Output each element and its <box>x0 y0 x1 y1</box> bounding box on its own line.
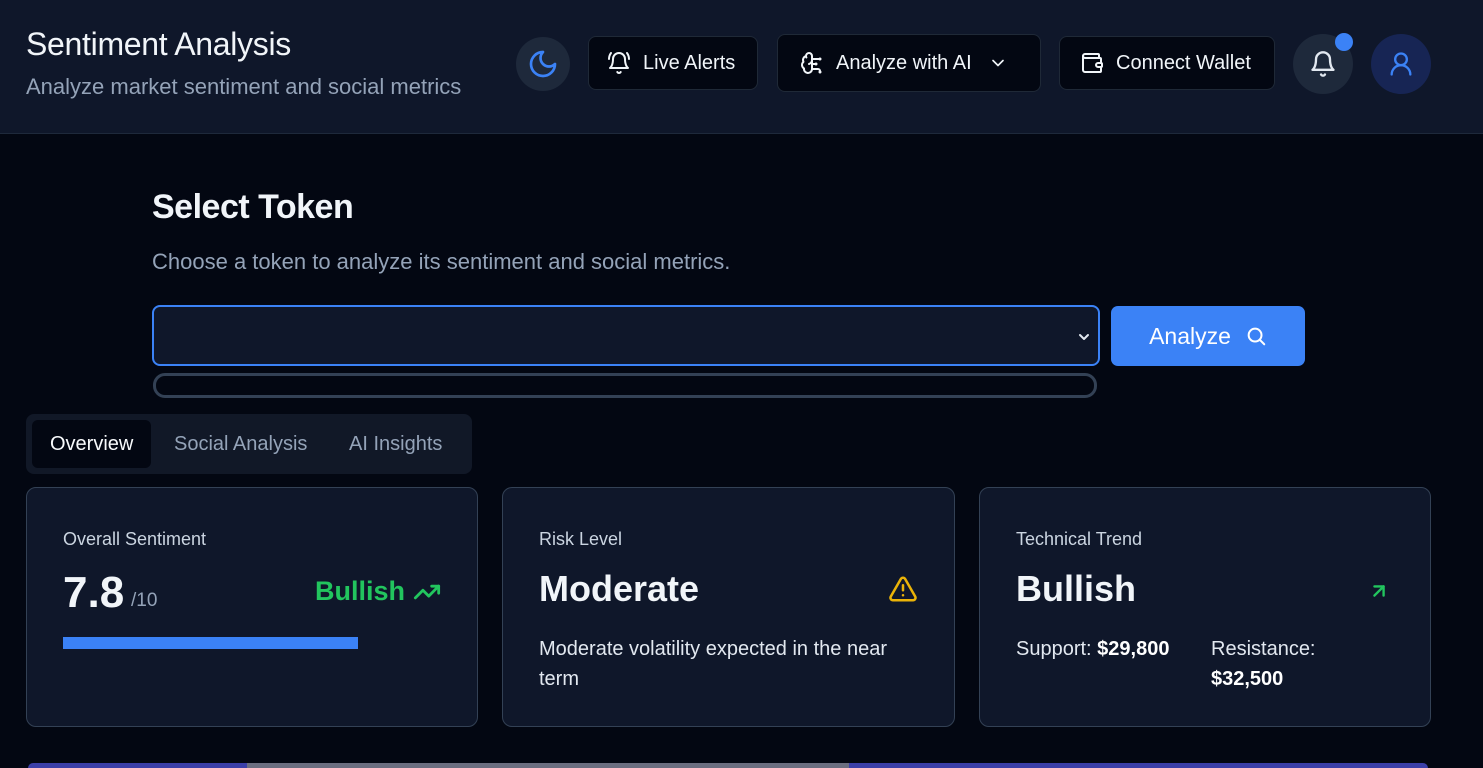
connect-wallet-button[interactable]: Connect Wallet <box>1059 36 1275 90</box>
theme-toggle-button[interactable] <box>516 37 570 91</box>
technical-trend-card: Technical Trend Bullish Support: $29,800… <box>979 487 1431 727</box>
sentiment-status-label: Bullish <box>314 576 405 606</box>
brain-icon <box>801 52 822 74</box>
user-avatar-button[interactable] <box>1371 34 1431 94</box>
search-icon <box>1247 327 1266 346</box>
analyze-button-label: Analyze <box>1149 322 1231 349</box>
horizontal-scrollbar[interactable] <box>247 763 849 768</box>
top-header: Sentiment Analysis Analyze market sentim… <box>0 0 1483 134</box>
live-alerts-label: Live Alerts <box>643 51 736 74</box>
chevron-down-icon <box>991 59 1004 67</box>
trend-value: Bullish <box>1016 568 1137 609</box>
token-dropdown-list[interactable] <box>153 373 1097 398</box>
risk-level-value: Moderate <box>539 568 700 609</box>
arrow-up-right-icon <box>1373 585 1385 597</box>
bell-icon <box>1311 51 1335 77</box>
resistance-level: Resistance: $32,500 <box>1211 634 1351 694</box>
sentiment-status: Bullish <box>315 576 441 607</box>
wallet-icon <box>1082 53 1103 73</box>
card-label: Technical Trend <box>1016 529 1143 549</box>
connect-wallet-label: Connect Wallet <box>1116 51 1251 74</box>
app-title: Sentiment Analysis <box>26 26 291 62</box>
analyze-with-ai-label: Analyze with AI <box>836 51 972 74</box>
tab-overview[interactable]: Overview <box>32 420 152 468</box>
chevron-down-icon <box>1079 334 1089 340</box>
resistance-label: Resistance: <box>1211 638 1316 660</box>
app-subtitle: Analyze market sentiment and social metr… <box>26 74 462 99</box>
notification-indicator <box>1335 33 1353 51</box>
bell-ring-icon <box>608 52 630 74</box>
trending-up-icon <box>413 584 441 599</box>
overall-sentiment-card: Overall Sentiment 7.8 /10 Bullish <box>26 487 478 727</box>
token-select[interactable] <box>152 305 1100 366</box>
tab-ai-insights[interactable]: AI Insights <box>349 420 442 468</box>
tab-list: Overview Social Analysis AI Insights <box>26 414 472 474</box>
risk-level-card: Risk Level Moderate Moderate volatility … <box>502 487 955 727</box>
analyze-with-ai-button[interactable]: Analyze with AI <box>777 34 1041 92</box>
card-label: Risk Level <box>539 529 623 549</box>
resistance-value: $32,500 <box>1211 668 1284 690</box>
analyze-button[interactable]: Analyze <box>1111 306 1305 366</box>
support-label: Support: <box>1016 638 1092 660</box>
support-value: $29,800 <box>1097 638 1170 660</box>
live-alerts-button[interactable]: Live Alerts <box>588 36 758 90</box>
tab-social-analysis[interactable]: Social Analysis <box>174 420 307 468</box>
card-label: Overall Sentiment <box>63 529 207 549</box>
sentiment-progress-bar <box>63 637 358 649</box>
warning-triangle-icon <box>889 576 917 602</box>
sentiment-score-max: /10 <box>131 590 158 611</box>
select-token-title: Select Token <box>152 188 354 226</box>
risk-description: Moderate volatility expected in the near… <box>539 638 887 690</box>
select-token-description: Choose a token to analyze its sentiment … <box>152 249 731 274</box>
sentiment-score: 7.8 <box>63 568 125 617</box>
moon-icon <box>529 50 557 78</box>
user-icon <box>1390 52 1412 76</box>
support-level: Support: $29,800 <box>1016 634 1169 664</box>
